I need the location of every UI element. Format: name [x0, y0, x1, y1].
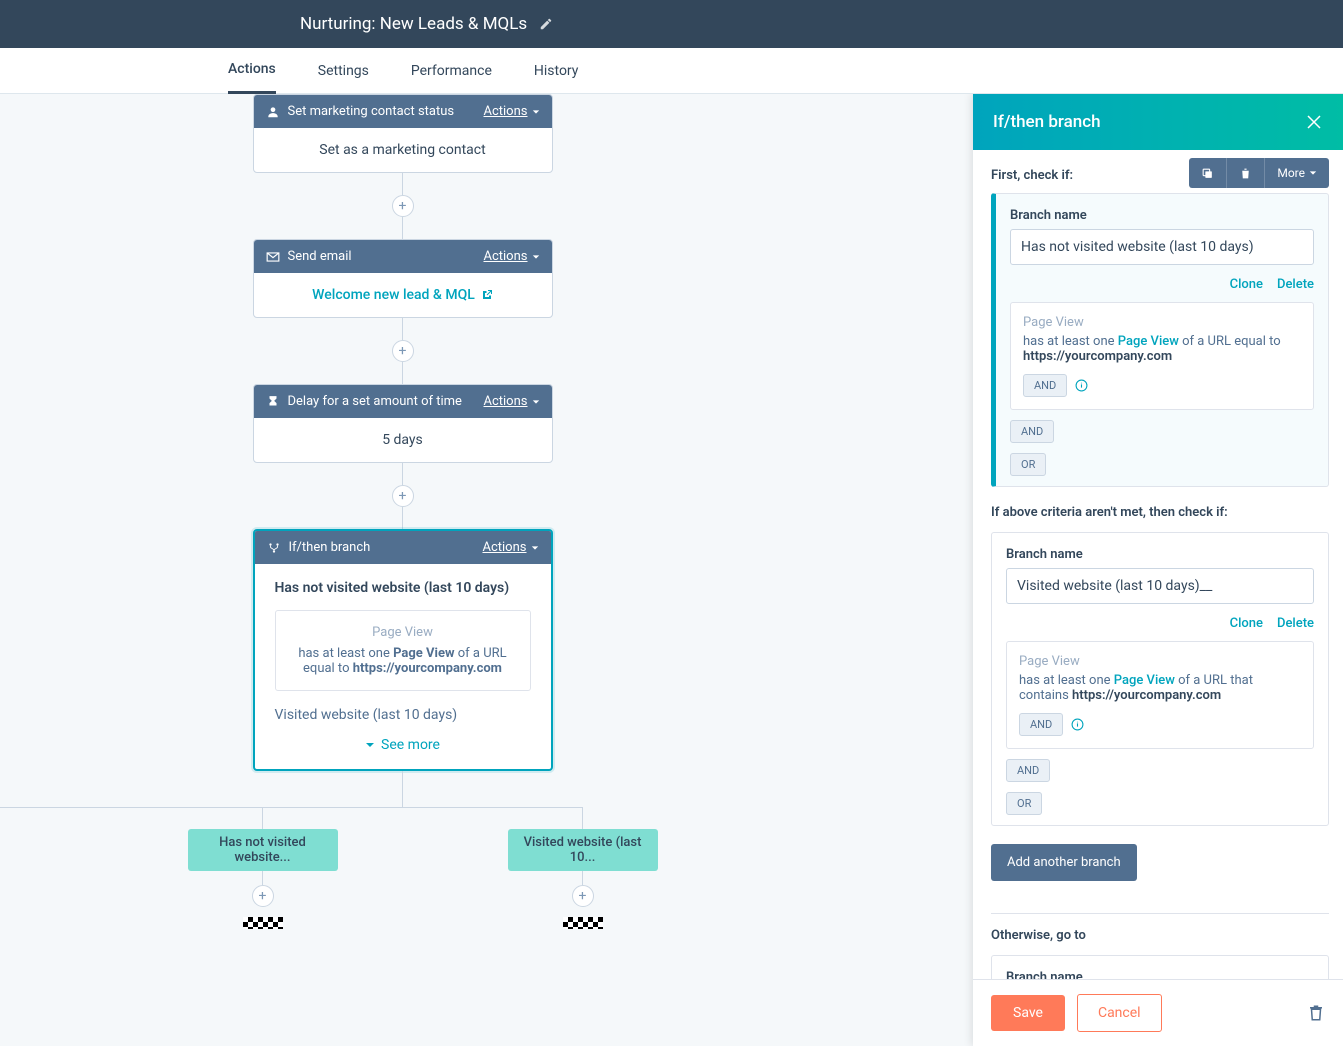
if-above-label: If above criteria aren't met, then check… [991, 505, 1329, 520]
card-body[interactable]: Welcome new lead & MQL [254, 273, 552, 317]
end-marker [563, 917, 603, 929]
chevron-down-icon [365, 740, 375, 750]
branch-2-name: Visited website (last 10 days) [275, 707, 531, 723]
cancel-button[interactable]: Cancel [1077, 994, 1162, 1032]
card-title: Send email [288, 249, 352, 264]
branch-name-label: Branch name [1006, 547, 1314, 562]
filter-card[interactable]: Page View has at least one Page View of … [1006, 641, 1314, 749]
action-card-delay[interactable]: Delay for a set amount of time Actions 5… [253, 384, 553, 463]
external-link-icon [481, 289, 493, 301]
and-button[interactable]: AND [1023, 374, 1067, 397]
info-icon[interactable] [1071, 718, 1084, 731]
workflow-title: Nurturing: New Leads & MQLs [300, 14, 527, 34]
card-actions-menu[interactable]: Actions [483, 249, 539, 264]
info-icon[interactable] [1075, 379, 1088, 392]
add-action-button[interactable]: + [572, 885, 594, 907]
mail-icon [266, 250, 280, 264]
canvas[interactable]: Set marketing contact status Actions Set… [0, 94, 973, 1046]
more-button[interactable]: More [1265, 158, 1329, 188]
branch-icon [267, 541, 281, 555]
tab-performance[interactable]: Performance [411, 48, 492, 94]
tabs: Actions Settings Performance History [0, 48, 1343, 94]
card-title: Delay for a set amount of time [288, 394, 462, 409]
clone-button[interactable]: Clone [1230, 277, 1263, 292]
caret-down-icon [532, 253, 540, 261]
and-button-outer[interactable]: AND [1010, 420, 1054, 443]
filter-card[interactable]: Page View has at least one Page View of … [1010, 302, 1314, 410]
branch-toolbar: More [1189, 158, 1329, 188]
tab-actions[interactable]: Actions [228, 48, 276, 94]
panel-footer: Save Cancel [973, 979, 1343, 1046]
add-action-button[interactable]: + [252, 885, 274, 907]
action-card-branch[interactable]: If/then branch Actions Has not visited w… [253, 529, 553, 771]
delete-link[interactable]: Delete [1277, 277, 1314, 292]
card-actions-menu[interactable]: Actions [483, 394, 539, 409]
branch-1-name: Has not visited website (last 10 days) [275, 580, 531, 596]
otherwise-block: Branch name [991, 955, 1329, 979]
card-body: 5 days [254, 418, 552, 462]
side-panel: If/then branch More First, check if: Bra… [973, 94, 1343, 1046]
card-title: If/then branch [289, 540, 371, 555]
branch-2-block: Branch name Clone Delete Page View has a… [991, 532, 1329, 826]
branch-1-name-input[interactable] [1010, 229, 1314, 265]
add-action-button[interactable]: + [392, 485, 414, 507]
or-button[interactable]: OR [1010, 453, 1046, 476]
see-more-button[interactable]: See more [275, 737, 531, 753]
add-branch-button[interactable]: Add another branch [991, 844, 1137, 881]
branch-name-label: Branch name [1006, 970, 1314, 979]
panel-header: If/then branch [973, 94, 1343, 150]
card-title: Set marketing contact status [288, 104, 455, 119]
filter-summary: Page View has at least one Page View of … [275, 610, 531, 691]
card-body: Set as a marketing contact [254, 128, 552, 172]
caret-down-icon [532, 108, 540, 116]
add-action-button[interactable]: + [392, 340, 414, 362]
caret-down-icon [532, 398, 540, 406]
save-button[interactable]: Save [991, 995, 1065, 1031]
end-marker [243, 917, 283, 929]
branch-2-name-input[interactable] [1006, 568, 1314, 604]
branch-1-pill[interactable]: Has not visited website... [188, 829, 338, 871]
delete-link[interactable]: Delete [1277, 616, 1314, 631]
tab-history[interactable]: History [534, 48, 579, 94]
action-card-send-email[interactable]: Send email Actions Welcome new lead & MQ… [253, 239, 553, 318]
copy-icon [1201, 167, 1214, 180]
otherwise-label: Otherwise, go to [991, 928, 1329, 943]
and-button[interactable]: AND [1019, 713, 1063, 736]
delete-button[interactable] [1227, 158, 1265, 188]
caret-down-icon [1309, 169, 1317, 177]
hourglass-icon [266, 395, 280, 409]
trash-icon [1239, 167, 1252, 180]
branch-2-pill[interactable]: Visited website (last 10... [508, 829, 658, 871]
tab-settings[interactable]: Settings [318, 48, 369, 94]
copy-button[interactable] [1189, 158, 1227, 188]
add-action-button[interactable]: + [392, 195, 414, 217]
or-button[interactable]: OR [1006, 792, 1042, 815]
branch-name-label: Branch name [1010, 208, 1314, 223]
person-icon [266, 105, 280, 119]
clone-button[interactable]: Clone [1230, 616, 1263, 631]
card-actions-menu[interactable]: Actions [483, 104, 539, 119]
and-button-outer[interactable]: AND [1006, 759, 1050, 782]
card-actions-menu[interactable]: Actions [482, 540, 538, 555]
close-icon[interactable] [1305, 113, 1323, 131]
action-card-set-status[interactable]: Set marketing contact status Actions Set… [253, 94, 553, 173]
trash-icon[interactable] [1307, 1004, 1325, 1022]
top-bar: Nurturing: New Leads & MQLs [0, 0, 1343, 48]
edit-icon[interactable] [539, 17, 553, 31]
panel-title: If/then branch [993, 112, 1101, 132]
caret-down-icon [531, 544, 539, 552]
branch-1-block: Branch name Clone Delete Page View has a… [991, 193, 1329, 487]
